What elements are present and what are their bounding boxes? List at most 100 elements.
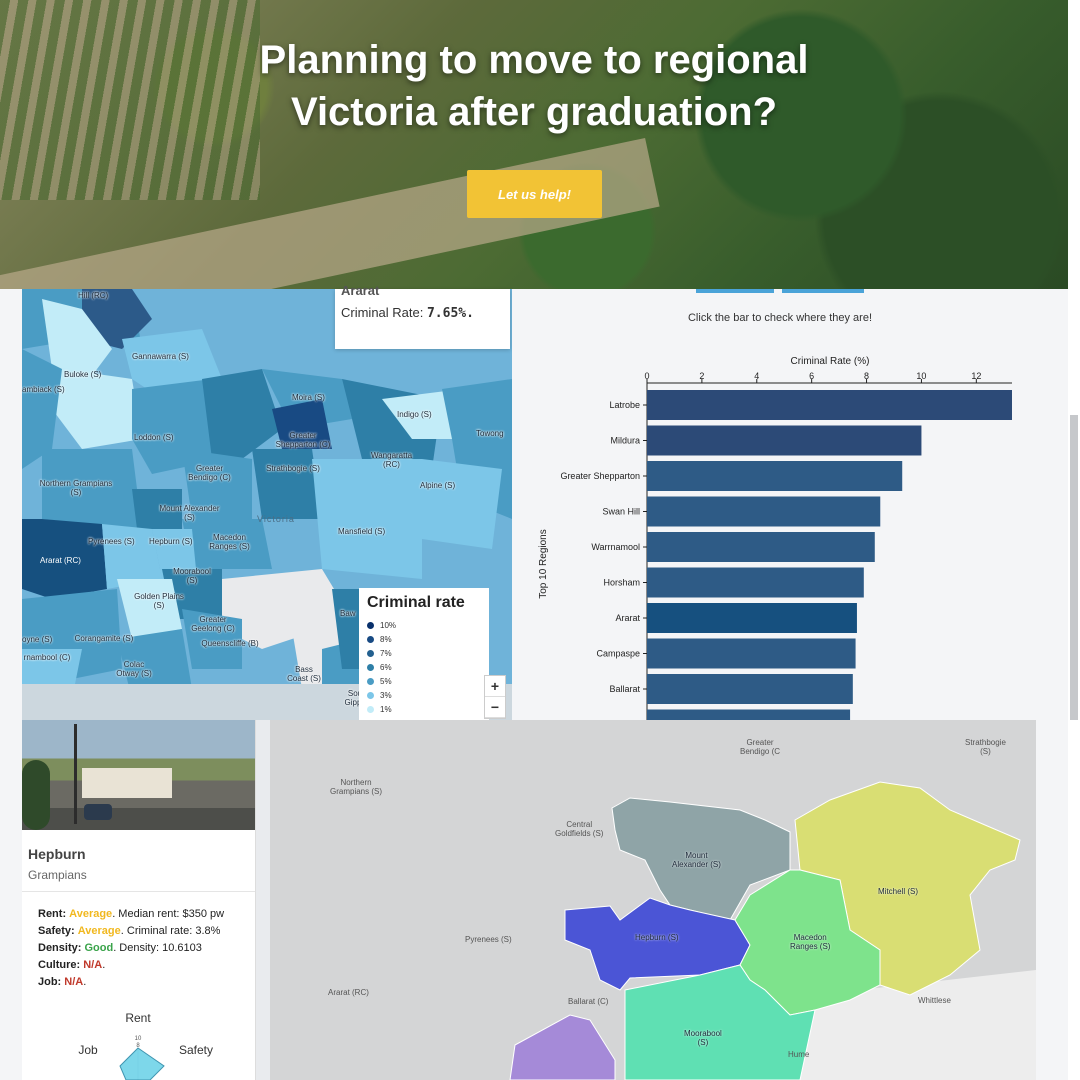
stat-rating: Good — [84, 942, 114, 954]
bar-campaspe[interactable] — [647, 638, 856, 669]
stat-detail: . Median rent: $350 pw — [112, 908, 225, 920]
zoom-in-button[interactable]: + — [485, 676, 505, 697]
x-tick-label: 2 — [699, 371, 704, 381]
top-regions-chart-panel: Click the bar to check where they are! C… — [512, 289, 1068, 720]
x-tick-label: 4 — [754, 371, 759, 381]
region-radar-chart: Rent Job Safety 10 8 — [78, 1011, 213, 1080]
region-alpine[interactable] — [422, 459, 502, 549]
label-strathbogie: Strathbogie (S) — [266, 464, 320, 473]
label-mount-alexander-2: Mount Alexander (S) — [672, 851, 721, 869]
zoom-out-button[interactable]: − — [485, 697, 505, 718]
legend-item: 1% — [367, 702, 481, 716]
label-warrnambool: rnambool (C) — [23, 653, 71, 662]
label-moorabool: Moorabool (S) — [173, 567, 211, 585]
bar-horsham[interactable] — [647, 567, 864, 598]
chart-title: Criminal Rate (%) — [791, 356, 870, 367]
tooltip-region-name: Ararat — [341, 283, 380, 298]
bar-swan-hill[interactable] — [647, 496, 881, 527]
region-card-name: Hepburn — [28, 846, 86, 862]
let-us-help-button[interactable]: Let us help! — [467, 170, 602, 218]
legend-title: Criminal rate — [367, 594, 465, 611]
legend-swatch — [367, 677, 374, 685]
stat-key: Culture: — [38, 959, 81, 971]
x-tick-label: 6 — [809, 371, 814, 381]
legend-swatch — [367, 649, 374, 657]
legend-items: 10% 8% 7% 6% 5% 3% 1% — [367, 618, 481, 716]
label-yarriambiack: ambiack (S) — [22, 385, 65, 394]
label-gannawarra: Gannawarra (S) — [132, 352, 189, 361]
label-ararat: Ararat (RC) — [40, 556, 81, 565]
y-tick-label: Ararat — [615, 613, 640, 623]
y-tick-label: Mildura — [610, 436, 640, 446]
x-tick-label: 12 — [971, 371, 981, 381]
label-corangamite: Corangamite (S) — [74, 634, 134, 643]
label-victoria: Victoria — [257, 514, 295, 524]
y-tick-label: Ballarat — [609, 684, 640, 694]
label-hill: Hill (RC) — [78, 291, 109, 300]
stat-row: Culture: N/A. — [38, 957, 224, 974]
x-tick-label: 10 — [916, 371, 926, 381]
stat-key: Rent: — [38, 908, 67, 920]
stat-key: Safety: — [38, 925, 75, 937]
y-axis-label: Top 10 Regions — [538, 529, 549, 599]
stat-row: Job: N/A. — [38, 974, 224, 991]
map-zoom-control: + − — [484, 675, 506, 719]
label-bass-coast: Bass Coast (S) — [287, 665, 321, 683]
label-mitchell: Mitchell (S) — [878, 887, 919, 896]
legend-label: 7% — [380, 648, 392, 658]
page-scrollbar[interactable] — [1068, 0, 1080, 1080]
stat-detail: . — [102, 959, 106, 971]
label-pyrenees-2: Pyrenees (S) — [465, 935, 512, 944]
y-tick-label: Greater Shepparton — [560, 471, 640, 481]
label-macedon-ranges: Macedon Ranges (S) — [209, 533, 250, 551]
radar-label-rent: Rent — [125, 1011, 151, 1025]
stat-row: Density: Good. Density: 10.6103 — [38, 940, 224, 957]
bar-greater-shepparton[interactable] — [647, 461, 903, 491]
legend-swatch — [367, 691, 374, 699]
legend-item: 8% — [367, 632, 481, 646]
hero-title: Planning to move to regional Victoria aft… — [259, 38, 809, 134]
legend-label: 6% — [380, 662, 392, 672]
bar-mildura[interactable] — [647, 425, 922, 456]
legend-item: 7% — [367, 646, 481, 660]
region-photo — [22, 720, 255, 830]
bar-ballarat[interactable] — [647, 674, 853, 704]
legend-label: 5% — [380, 676, 392, 686]
cluster-map-regions — [270, 720, 1036, 1080]
legend-swatch — [367, 663, 374, 671]
region-cluster-map[interactable]: Greater Bendigo (C Strathbogie (S) North… — [270, 720, 1036, 1080]
label-moyne: oyne (S) — [22, 635, 53, 644]
label-queenscliffe: Queenscliffe (B) — [201, 639, 259, 648]
label-strathbogie-2: Strathbogie (S) — [965, 738, 1006, 756]
label-ballarat: Ballarat (C) — [568, 997, 609, 1006]
stat-rating: Average — [69, 908, 113, 920]
bar-ararat[interactable] — [647, 603, 857, 633]
bar-latrobe[interactable] — [647, 390, 1012, 420]
label-mansfield: Mansfield (S) — [338, 527, 386, 536]
stat-detail: . — [83, 976, 87, 988]
region-mansfield[interactable] — [312, 459, 422, 579]
region-card[interactable]: Hepburn Grampians Rent: Average. Median … — [22, 720, 256, 1080]
legend-label: 3% — [380, 690, 392, 700]
label-baw-baw: Baw — [340, 609, 356, 618]
label-greater-bendigo-2: Greater Bendigo (C — [740, 738, 781, 756]
criminal-rate-bar-chart[interactable]: Criminal Rate (%) 0 2 4 6 8 10 12 Top 10 Regions… — [512, 289, 1068, 720]
label-towong: Towong — [476, 429, 504, 438]
stat-detail: . Criminal rate: 3.8% — [120, 925, 221, 937]
y-tick-label: Horsham — [603, 578, 640, 588]
y-tick-label: Swan Hill — [602, 507, 640, 517]
legend-item: 5% — [367, 674, 481, 688]
legend-swatch — [367, 635, 374, 643]
label-northern-grampians-2: Northern Grampians (S) — [330, 778, 383, 796]
bar-warrnamool[interactable] — [647, 532, 875, 562]
region-strathbogie[interactable] — [252, 449, 322, 519]
x-tick-label: 0 — [644, 371, 649, 381]
y-tick-label: Campaspe — [596, 649, 640, 659]
label-moira: Moira (S) — [292, 393, 325, 402]
radar-label-safety: Safety — [179, 1043, 213, 1057]
stat-key: Job: — [38, 976, 62, 988]
bar-partial — [647, 709, 851, 720]
label-pyrenees: Pyrenees (S) — [88, 537, 135, 546]
label-alpine: Alpine (S) — [420, 481, 456, 490]
scrollbar-thumb[interactable] — [1070, 415, 1078, 720]
